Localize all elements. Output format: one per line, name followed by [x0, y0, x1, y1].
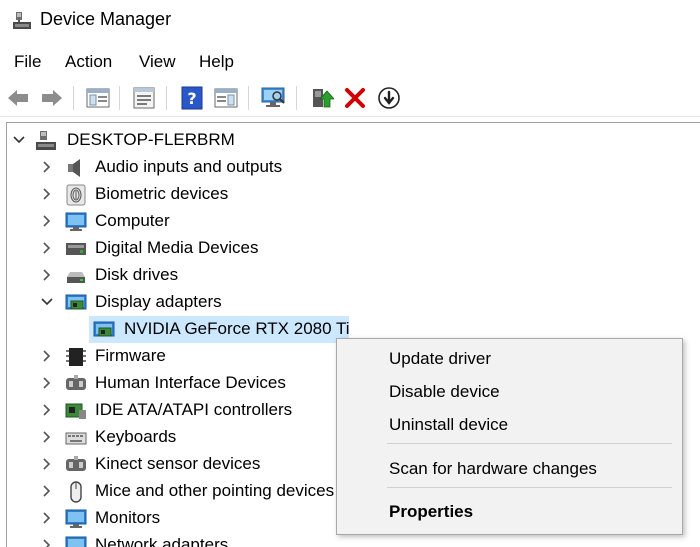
- tree-item-label: Disk drives: [95, 265, 179, 284]
- chevron-right-icon[interactable]: [39, 374, 55, 392]
- chevron-right-icon[interactable]: [39, 482, 55, 500]
- controller-icon: [65, 403, 86, 419]
- tree-item-label: Mice and other pointing devices: [95, 481, 335, 500]
- chevron-down-icon[interactable]: [39, 293, 55, 311]
- chevron-right-icon[interactable]: [39, 266, 55, 284]
- menu-item-update-driver[interactable]: Update driver: [389, 349, 491, 369]
- tree-item-label: Keyboards: [95, 427, 177, 446]
- keyboard-icon: [65, 432, 87, 445]
- tree-item-biometric[interactable]: Biometric devices: [7, 181, 700, 208]
- toolbar: ?: [0, 80, 700, 117]
- tree-item-label: Kinect sensor devices: [95, 454, 261, 473]
- tree-item-label: Network adapters: [95, 535, 229, 547]
- help-icon: ?: [181, 86, 203, 110]
- enable-device-icon: [378, 87, 400, 109]
- media-device-icon: [66, 243, 86, 255]
- menu-item-scan-hardware[interactable]: Scan for hardware changes: [389, 459, 597, 479]
- device-manager-icon: [13, 12, 31, 29]
- show-hide-console-tree-icon: [86, 88, 110, 108]
- tree-item-label: Human Interface Devices: [95, 373, 286, 392]
- toolbar-separator: [119, 86, 120, 110]
- menu-help[interactable]: Help: [197, 52, 236, 72]
- properties-button[interactable]: [130, 84, 158, 112]
- menu-action[interactable]: Action: [63, 52, 114, 72]
- tree-item-label: Computer: [95, 211, 170, 230]
- menu-item-disable-device[interactable]: Disable device: [389, 382, 500, 402]
- tree-item-digital-media[interactable]: Digital Media Devices: [7, 235, 700, 262]
- show-hide-console-tree-button[interactable]: [84, 84, 112, 112]
- back-arrow-icon: [8, 90, 28, 106]
- uninstall-device-icon: [345, 88, 365, 108]
- scan-hardware-button[interactable]: [260, 84, 288, 112]
- action-pane-button[interactable]: [212, 84, 240, 112]
- chevron-right-icon[interactable]: [39, 239, 55, 257]
- tree-item-disk-drives[interactable]: Disk drives: [7, 262, 700, 289]
- svg-text:?: ?: [187, 89, 196, 108]
- display-adapter-icon: [65, 294, 87, 310]
- title-bar: Device Manager: [0, 0, 700, 44]
- chevron-right-icon[interactable]: [39, 185, 55, 203]
- update-driver-button[interactable]: [308, 84, 336, 112]
- tree-item-label: Audio inputs and outputs: [95, 157, 283, 176]
- properties-icon: [133, 87, 155, 109]
- chip-icon: [66, 348, 86, 366]
- menu-separator: [387, 487, 672, 488]
- toolbar-separator: [296, 86, 297, 110]
- forward-button[interactable]: [38, 84, 66, 112]
- chevron-right-icon[interactable]: [39, 401, 55, 419]
- toolbar-separator: [248, 86, 249, 110]
- scan-hardware-icon: [261, 87, 285, 107]
- tree-item-display-adapters[interactable]: Display adapters: [7, 289, 700, 316]
- mouse-icon: [70, 481, 82, 503]
- tree-item-label: Digital Media Devices: [95, 238, 259, 257]
- chevron-right-icon[interactable]: [39, 536, 55, 547]
- forward-arrow-icon: [42, 90, 62, 106]
- menu-separator: [387, 443, 672, 444]
- monitor-icon: [65, 509, 87, 528]
- tree-item-label: Display adapters: [95, 292, 222, 311]
- tree-item-audio[interactable]: Audio inputs and outputs: [7, 154, 700, 181]
- update-driver-icon: [313, 89, 334, 108]
- uninstall-device-button[interactable]: [341, 84, 369, 112]
- chevron-down-icon[interactable]: [11, 131, 27, 149]
- sensor-icon: [66, 456, 86, 471]
- tree-item-label: IDE ATA/ATAPI controllers: [95, 400, 293, 419]
- chevron-right-icon[interactable]: [39, 428, 55, 446]
- hid-icon: [66, 375, 86, 390]
- network-icon: [65, 536, 87, 547]
- context-menu: Update driver Disable device Uninstall d…: [336, 338, 683, 535]
- chevron-right-icon[interactable]: [39, 455, 55, 473]
- chevron-right-icon[interactable]: [39, 509, 55, 527]
- help-button[interactable]: ?: [178, 84, 206, 112]
- tree-item-label: Monitors: [95, 508, 161, 527]
- menu-bar: File Action View Help: [0, 48, 700, 78]
- enable-device-button[interactable]: [375, 84, 403, 112]
- window-title: Device Manager: [40, 9, 172, 29]
- tree-root-label: DESKTOP-FLERBRM: [67, 130, 235, 149]
- computer-tower-icon: [36, 131, 56, 150]
- toolbar-separator: [73, 86, 74, 110]
- back-button[interactable]: [4, 84, 32, 112]
- tree-root[interactable]: DESKTOP-FLERBRM: [7, 127, 700, 154]
- menu-view[interactable]: View: [137, 52, 178, 72]
- disk-drive-icon: [67, 272, 85, 283]
- monitor-icon: [65, 212, 87, 231]
- tree-item-label: Biometric devices: [95, 184, 229, 203]
- display-adapter-icon: [93, 321, 115, 337]
- speaker-icon: [68, 159, 80, 177]
- chevron-right-icon[interactable]: [39, 158, 55, 176]
- tree-item-label: Firmware: [95, 346, 166, 365]
- menu-item-properties[interactable]: Properties: [389, 502, 473, 522]
- chevron-right-icon[interactable]: [39, 347, 55, 365]
- tree-item-label: NVIDIA GeForce RTX 2080 Ti: [124, 319, 350, 338]
- chevron-right-icon[interactable]: [39, 212, 55, 230]
- action-pane-icon: [214, 88, 238, 108]
- menu-item-uninstall-device[interactable]: Uninstall device: [389, 415, 508, 435]
- fingerprint-icon: [66, 184, 86, 206]
- toolbar-separator: [166, 86, 167, 110]
- tree-item-computer[interactable]: Computer: [7, 208, 700, 235]
- menu-file[interactable]: File: [12, 52, 43, 72]
